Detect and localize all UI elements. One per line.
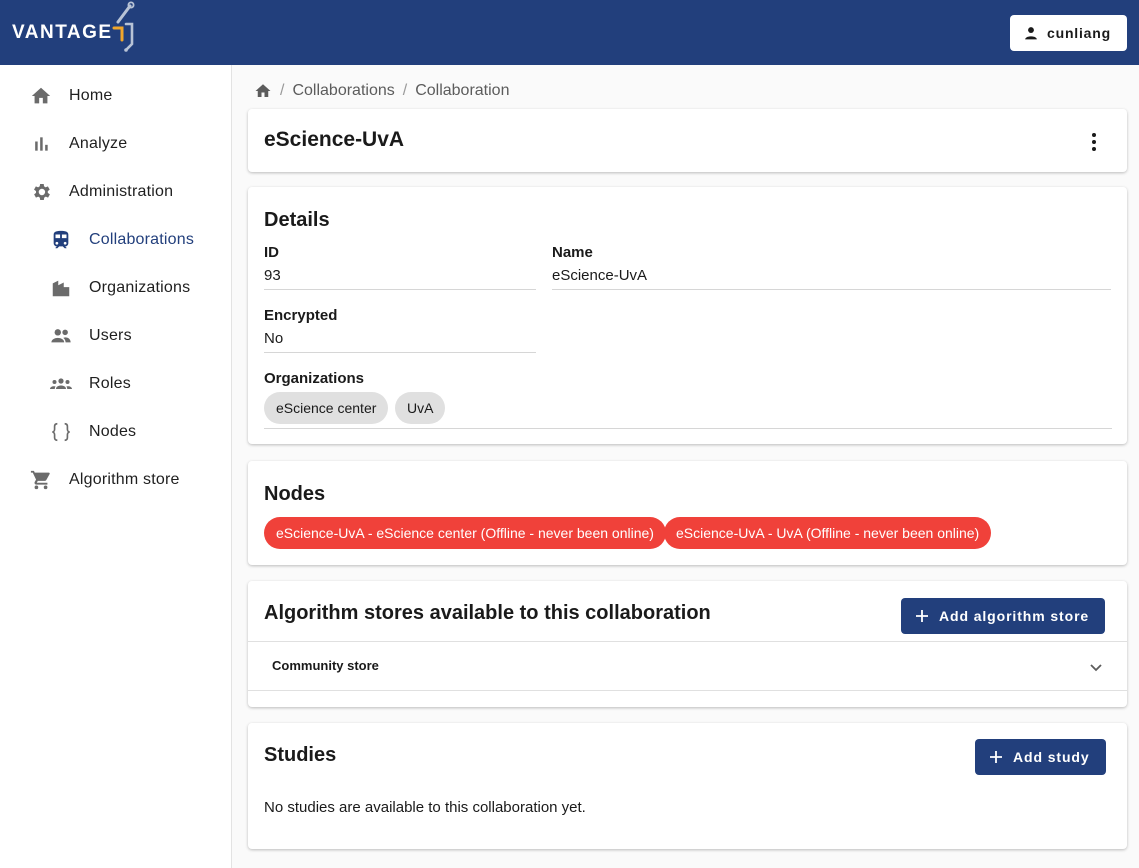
page-title: eScience-UvA [264,128,405,151]
sidebar-item-label: Organizations [89,279,191,296]
encrypted-label: Encrypted [264,307,338,324]
button-label: Add algorithm store [939,608,1090,624]
name-label: Name [552,244,593,261]
details-heading: Details [264,209,330,231]
bar-chart-icon [29,132,53,156]
breadcrumb-collaborations[interactable]: Collaborations [292,82,394,100]
sidebar-item-organizations[interactable]: Organizations [49,268,190,308]
sidebar-item-roles[interactable]: Roles [49,364,131,404]
sidebar-item-label: Algorithm store [69,471,180,488]
sidebar-item-label: Nodes [89,423,137,440]
organizations-label: Organizations [264,370,365,387]
building-icon [49,276,73,300]
logo-text: VANTAGE [12,22,113,43]
sidebar-item-label: Analyze [69,135,128,152]
sidebar-item-analyze[interactable]: Analyze [29,124,127,164]
top-bar: VANTAGE cunliang [0,0,1139,65]
node-chip-offline[interactable]: eScience-UvA - eScience center (Offline … [264,517,666,549]
sidebar-item-label: Collaborations [89,231,195,248]
algorithm-stores-heading: Algorithm stores available to this colla… [264,602,711,624]
organization-chip[interactable]: UvA [395,392,446,424]
studies-card: Studies Add study No studies are availab… [248,723,1127,849]
breadcrumb-separator: / [280,82,285,99]
store-row-community[interactable]: Community store [248,641,1127,691]
organization-chip[interactable]: eScience center [264,392,389,424]
cart-icon [29,468,53,492]
sidebar-item-label: Users [89,327,132,344]
id-label: ID [264,244,279,261]
braces-icon [49,420,73,444]
add-study-button[interactable]: Add study [975,739,1106,775]
sidebar-item-label: Home [69,87,113,104]
node-chip-offline[interactable]: eScience-UvA - UvA (Offline - never been… [664,517,992,549]
sidebar-item-label: Administration [69,183,174,200]
logo-mark-icon [112,1,135,52]
sidebar-item-collaborations[interactable]: Collaborations [49,220,194,260]
sidebar-item-label: Roles [89,375,131,392]
name-value: eScience-UvA [552,267,648,284]
sidebar-item-algorithm-store[interactable]: Algorithm store [29,460,180,500]
store-name: Community store [272,658,379,673]
plus-icon [916,610,928,622]
studies-heading: Studies [264,744,337,766]
button-label: Add study [1013,749,1090,765]
add-algorithm-store-button[interactable]: Add algorithm store [901,598,1106,634]
sidebar-item-home[interactable]: Home [29,76,112,116]
field-divider [264,428,1112,429]
sidebar: Home Analyze Administration Collaboratio… [0,65,232,868]
details-card: Details ID 93 Name eScience-UvA Encrypte… [248,187,1127,444]
breadcrumb: / Collaborations / Collaboration [254,80,509,102]
breadcrumb-separator: / [402,82,408,99]
user-menu-button[interactable]: cunliang [1010,15,1127,51]
sidebar-item-nodes[interactable]: Nodes [49,412,136,452]
more-options-icon[interactable] [1082,127,1106,157]
encrypted-value: No [264,330,284,347]
train-icon [49,228,73,252]
home-icon [29,84,53,108]
sidebar-item-users[interactable]: Users [49,316,132,356]
people-icon [49,324,73,348]
breadcrumb-collaboration: Collaboration [415,82,510,99]
chevron-down-icon[interactable] [1088,659,1104,680]
field-divider [552,289,1111,290]
field-divider [264,289,536,290]
gear-icon [29,180,53,204]
home-icon[interactable] [254,82,272,100]
title-card: eScience-UvA [248,109,1127,172]
plus-icon [990,751,1002,763]
person-icon [1025,27,1037,40]
algorithm-stores-card: Algorithm stores available to this colla… [248,581,1127,707]
sidebar-item-administration[interactable]: Administration [29,172,173,212]
nodes-heading: Nodes [264,483,326,505]
id-value: 93 [264,267,281,284]
groups-icon [49,372,73,396]
field-divider [264,352,536,353]
user-name: cunliang [1047,25,1111,41]
studies-empty-text: No studies are available to this collabo… [264,799,586,816]
vantage-logo[interactable]: VANTAGE [12,8,113,58]
nodes-card: Nodes eScience-UvA - eScience center (Of… [248,461,1127,565]
